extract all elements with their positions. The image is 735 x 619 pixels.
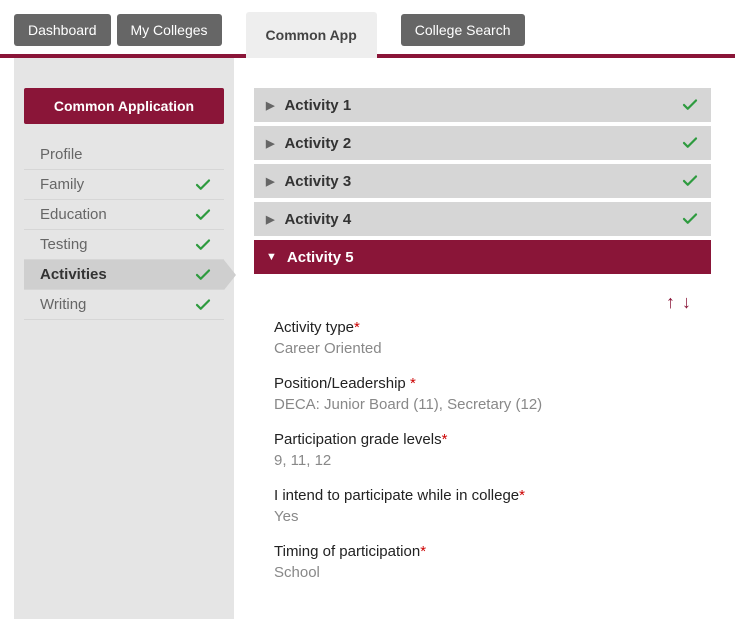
sidebar-header[interactable]: Common Application bbox=[24, 88, 224, 124]
chevron-right-icon: ▶ bbox=[266, 213, 274, 226]
required-icon: * bbox=[442, 431, 448, 448]
move-down-icon[interactable]: ↓ bbox=[682, 292, 691, 312]
field-label: Timing of participation* bbox=[274, 543, 691, 560]
tab-common-app[interactable]: Common App bbox=[246, 12, 377, 58]
activity-row-1[interactable]: ▶ Activity 1 bbox=[254, 88, 711, 122]
check-icon bbox=[194, 296, 212, 314]
activity-row-5[interactable]: ▼ Activity 5 bbox=[254, 240, 711, 274]
field-position-leadership[interactable]: Position/Leadership * DECA: Junior Board… bbox=[274, 375, 691, 413]
field-activity-type[interactable]: Activity type* Career Oriented bbox=[274, 319, 691, 357]
activity-row-label: Activity 5 bbox=[287, 249, 354, 266]
required-icon: * bbox=[354, 319, 360, 336]
required-icon: * bbox=[410, 375, 416, 392]
sidebar-item-profile[interactable]: Profile bbox=[24, 140, 224, 170]
reorder-controls: ↑ ↓ bbox=[274, 292, 691, 313]
tab-dashboard[interactable]: Dashboard bbox=[14, 14, 111, 46]
check-icon bbox=[194, 266, 212, 284]
field-label: Position/Leadership * bbox=[274, 375, 691, 392]
sidebar-item-testing[interactable]: Testing bbox=[24, 230, 224, 260]
field-value: Yes bbox=[274, 508, 691, 525]
chevron-right-icon: ▶ bbox=[266, 137, 274, 150]
chevron-right-icon: ▶ bbox=[266, 175, 274, 188]
chevron-down-icon: ▼ bbox=[266, 251, 277, 263]
field-participation-grade-levels[interactable]: Participation grade levels* 9, 11, 12 bbox=[274, 431, 691, 469]
field-label: Participation grade levels* bbox=[274, 431, 691, 448]
check-icon bbox=[681, 210, 699, 228]
activity-row-label: Activity 2 bbox=[284, 135, 351, 152]
sidebar-item-label: Activities bbox=[40, 266, 107, 283]
tab-college-search[interactable]: College Search bbox=[401, 14, 525, 46]
sidebar-item-label: Profile bbox=[40, 146, 83, 163]
activity-row-label: Activity 1 bbox=[284, 97, 351, 114]
sidebar-item-writing[interactable]: Writing bbox=[24, 290, 224, 320]
check-icon bbox=[681, 134, 699, 152]
field-value: DECA: Junior Board (11), Secretary (12) bbox=[274, 396, 691, 413]
tab-my-colleges[interactable]: My Colleges bbox=[117, 14, 222, 46]
check-icon bbox=[194, 206, 212, 224]
sidebar-item-label: Writing bbox=[40, 296, 86, 313]
sidebar-item-label: Family bbox=[40, 176, 84, 193]
sidebar-item-activities[interactable]: Activities bbox=[24, 260, 224, 290]
sidebar-item-label: Education bbox=[40, 206, 107, 223]
check-icon bbox=[681, 96, 699, 114]
sidebar-item-education[interactable]: Education bbox=[24, 200, 224, 230]
field-intend-college[interactable]: I intend to participate while in college… bbox=[274, 487, 691, 525]
activity-row-3[interactable]: ▶ Activity 3 bbox=[254, 164, 711, 198]
check-icon bbox=[194, 236, 212, 254]
field-label: Activity type* bbox=[274, 319, 691, 336]
move-up-icon[interactable]: ↑ bbox=[666, 292, 675, 312]
activity-row-label: Activity 3 bbox=[284, 173, 351, 190]
required-icon: * bbox=[420, 543, 426, 560]
chevron-right-icon: ▶ bbox=[266, 99, 274, 112]
activity-row-label: Activity 4 bbox=[284, 211, 351, 228]
check-icon bbox=[681, 172, 699, 190]
activity-body: ↑ ↓ Activity type* Career Oriented Posit… bbox=[254, 278, 711, 609]
activity-row-2[interactable]: ▶ Activity 2 bbox=[254, 126, 711, 160]
sidebar: Common Application Profile Family Educat… bbox=[14, 58, 234, 619]
sidebar-item-family[interactable]: Family bbox=[24, 170, 224, 200]
required-icon: * bbox=[519, 487, 525, 504]
check-icon bbox=[194, 176, 212, 194]
field-timing[interactable]: Timing of participation* School bbox=[274, 543, 691, 581]
main: Common Application Profile Family Educat… bbox=[0, 58, 735, 619]
field-value: School bbox=[274, 564, 691, 581]
content: ▶ Activity 1 ▶ Activity 2 ▶ Activity 3 bbox=[234, 58, 721, 619]
field-value: Career Oriented bbox=[274, 340, 691, 357]
sidebar-item-label: Testing bbox=[40, 236, 88, 253]
field-label: I intend to participate while in college… bbox=[274, 487, 691, 504]
top-tabs: Dashboard My Colleges Common App College… bbox=[0, 0, 735, 58]
activity-row-4[interactable]: ▶ Activity 4 bbox=[254, 202, 711, 236]
field-value: 9, 11, 12 bbox=[274, 452, 691, 469]
